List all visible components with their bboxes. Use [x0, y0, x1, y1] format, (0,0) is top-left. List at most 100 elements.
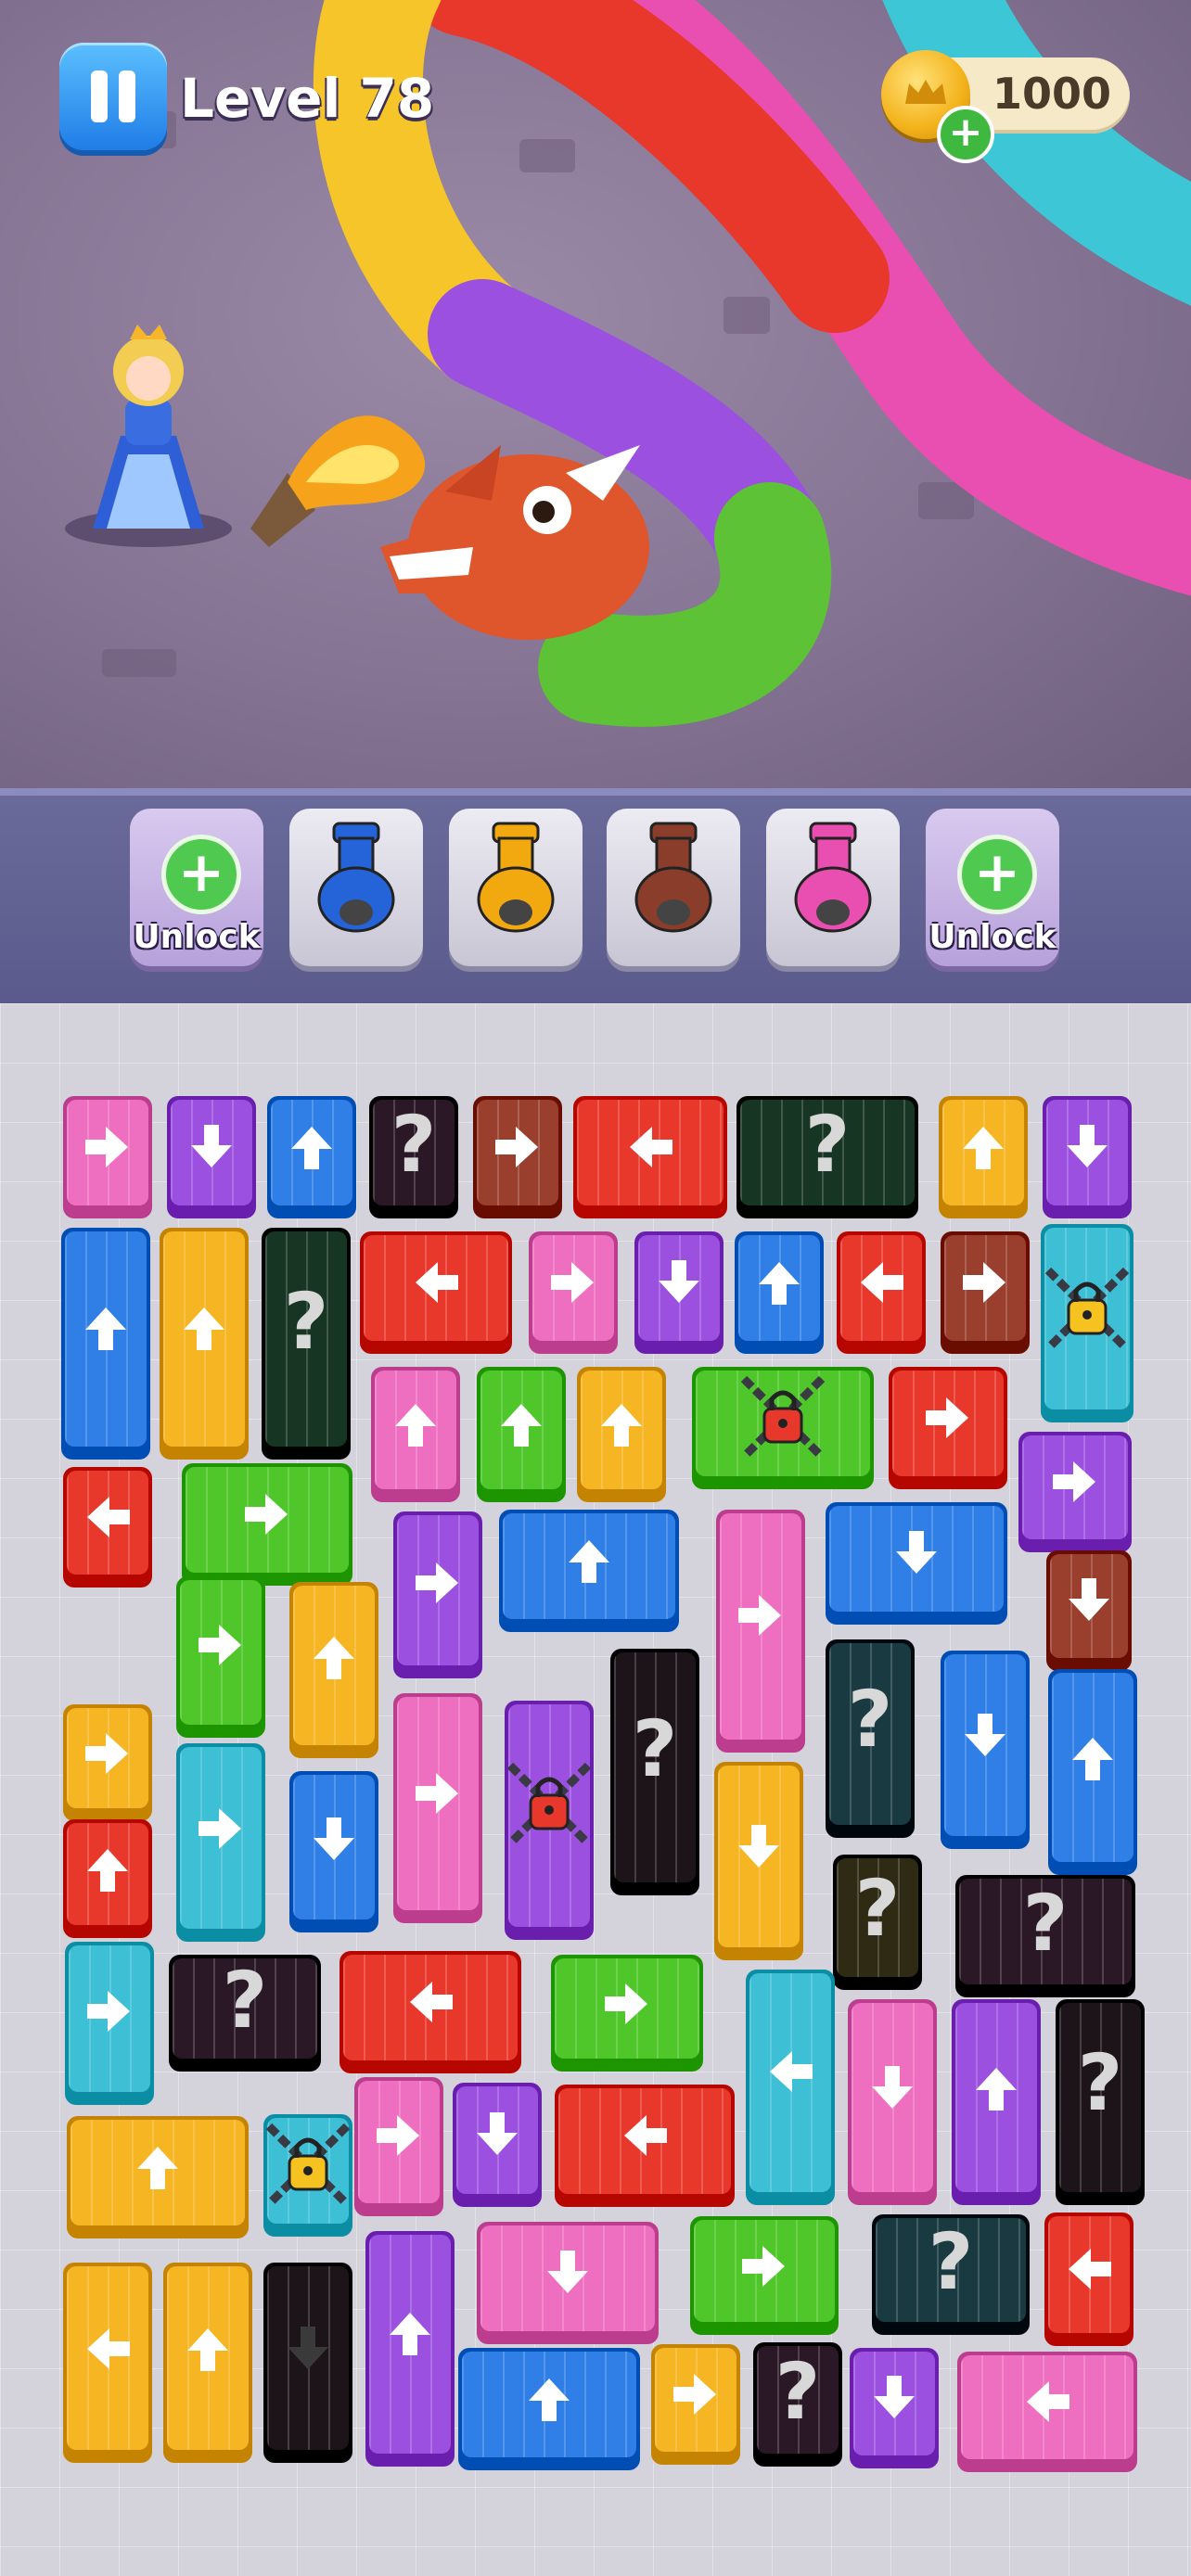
block-purple[interactable] — [634, 1231, 724, 1354]
plus-icon: + — [161, 835, 241, 914]
block-yellow[interactable] — [939, 1096, 1028, 1218]
add-coins-button[interactable]: + — [937, 106, 994, 163]
unlock-label: Unlock — [928, 918, 1057, 956]
arrow-right-icon — [605, 1983, 647, 2024]
block-pink[interactable] — [477, 2222, 659, 2344]
block-green[interactable] — [551, 1955, 703, 2072]
mystery-block[interactable]: ? — [262, 1228, 351, 1460]
block-red[interactable] — [63, 1819, 152, 1938]
block-pink[interactable] — [957, 2352, 1137, 2472]
block-purple[interactable] — [365, 2231, 455, 2467]
unlock-slot-button[interactable]: + Unlock — [926, 809, 1059, 966]
block-yellow[interactable] — [163, 2263, 252, 2463]
block-yellow[interactable] — [67, 2116, 249, 2238]
block-green[interactable] — [176, 1576, 265, 1738]
block-green[interactable] — [182, 1463, 352, 1586]
block-purple[interactable] — [453, 2083, 542, 2207]
arrow-left-icon — [770, 2051, 813, 2093]
block-yellow[interactable] — [289, 1582, 378, 1758]
block-yellow[interactable] — [577, 1367, 666, 1502]
mystery-block[interactable]: ? — [169, 1955, 321, 2072]
question-mark-icon: ? — [391, 1098, 437, 1190]
block-blue[interactable] — [267, 1096, 356, 1218]
block-brown[interactable] — [1046, 1550, 1132, 1671]
block-blue[interactable] — [458, 2348, 640, 2470]
block-teal[interactable] — [746, 1970, 835, 2205]
block-red[interactable] — [360, 1231, 512, 1354]
block-blue[interactable] — [499, 1510, 679, 1632]
block-purple[interactable] — [1018, 1432, 1132, 1552]
mystery-block[interactable]: ? — [736, 1096, 918, 1218]
question-mark-icon: ? — [928, 2216, 974, 2308]
block-yellow[interactable] — [63, 2263, 152, 2463]
chained-block[interactable] — [505, 1701, 594, 1940]
block-green[interactable] — [690, 2216, 839, 2335]
cannon-slot[interactable] — [289, 809, 423, 966]
block-purple[interactable] — [393, 1511, 482, 1678]
block-black[interactable] — [263, 2263, 352, 2463]
block-purple[interactable] — [952, 1999, 1041, 2205]
block-yellow[interactable] — [651, 2344, 740, 2465]
block-blue[interactable] — [735, 1231, 824, 1354]
block-red[interactable] — [889, 1367, 1007, 1489]
block-purple[interactable] — [850, 2348, 939, 2468]
block-brown[interactable] — [941, 1231, 1030, 1354]
arrow-right-icon — [963, 1262, 1005, 1304]
cannon-slot[interactable] — [607, 809, 740, 966]
arrow-right-icon — [551, 1262, 594, 1304]
block-red[interactable] — [1044, 2213, 1133, 2346]
chained-block[interactable] — [692, 1367, 874, 1489]
arrow-up-icon — [529, 2378, 570, 2422]
block-red[interactable] — [63, 1467, 152, 1588]
block-pink[interactable] — [716, 1510, 805, 1753]
block-blue[interactable] — [941, 1651, 1030, 1849]
block-red[interactable] — [555, 2085, 735, 2207]
arrow-right-icon — [742, 2245, 785, 2287]
cannon-icon — [794, 822, 872, 933]
mystery-block[interactable]: ? — [610, 1649, 699, 1895]
block-brown[interactable] — [473, 1096, 562, 1218]
block-green[interactable] — [477, 1367, 566, 1502]
block-pink[interactable] — [393, 1693, 482, 1923]
chained-block[interactable] — [263, 2114, 352, 2237]
block-red[interactable] — [573, 1096, 727, 1218]
block-pink[interactable] — [354, 2077, 443, 2216]
block-blue[interactable] — [826, 1502, 1007, 1625]
mystery-block[interactable]: ? — [955, 1875, 1135, 1997]
block-purple[interactable] — [167, 1096, 256, 1218]
cannon-slot[interactable] — [766, 809, 900, 966]
arrow-right-icon — [245, 1494, 288, 1536]
pause-button[interactable] — [59, 43, 167, 150]
block-blue[interactable] — [289, 1771, 378, 1932]
block-pink[interactable] — [371, 1367, 460, 1502]
block-yellow[interactable] — [160, 1228, 249, 1460]
block-teal[interactable] — [176, 1743, 265, 1942]
question-mark-icon: ? — [283, 1276, 329, 1368]
block-purple[interactable] — [1043, 1096, 1132, 1218]
arrow-left-icon — [624, 2115, 667, 2157]
chained-block[interactable] — [1041, 1224, 1133, 1422]
block-teal[interactable] — [65, 1942, 154, 2105]
arrow-up-icon — [601, 1403, 642, 1447]
block-yellow[interactable] — [714, 1762, 803, 1960]
mystery-block[interactable]: ? — [826, 1639, 915, 1838]
arrow-up-icon — [137, 2147, 178, 2190]
block-red[interactable] — [837, 1231, 926, 1354]
block-red[interactable] — [339, 1951, 521, 2073]
plus-icon: + — [948, 108, 983, 156]
mystery-block[interactable]: ? — [1056, 1999, 1145, 2205]
arrow-down-icon — [477, 2112, 518, 2156]
mystery-block[interactable]: ? — [753, 2342, 842, 2467]
mystery-block[interactable]: ? — [833, 1855, 922, 1990]
block-pink[interactable] — [63, 1096, 152, 1218]
block-blue[interactable] — [61, 1228, 150, 1460]
cannon-slot[interactable] — [449, 809, 583, 966]
mystery-block[interactable]: ? — [369, 1096, 458, 1218]
block-pink[interactable] — [848, 1999, 937, 2205]
mystery-block[interactable]: ? — [872, 2214, 1030, 2335]
block-yellow[interactable] — [63, 1704, 152, 1821]
unlock-slot-button[interactable]: + Unlock — [130, 809, 263, 966]
block-blue[interactable] — [1048, 1669, 1137, 1875]
block-pink[interactable] — [529, 1231, 618, 1354]
question-mark-icon: ? — [804, 1098, 851, 1190]
